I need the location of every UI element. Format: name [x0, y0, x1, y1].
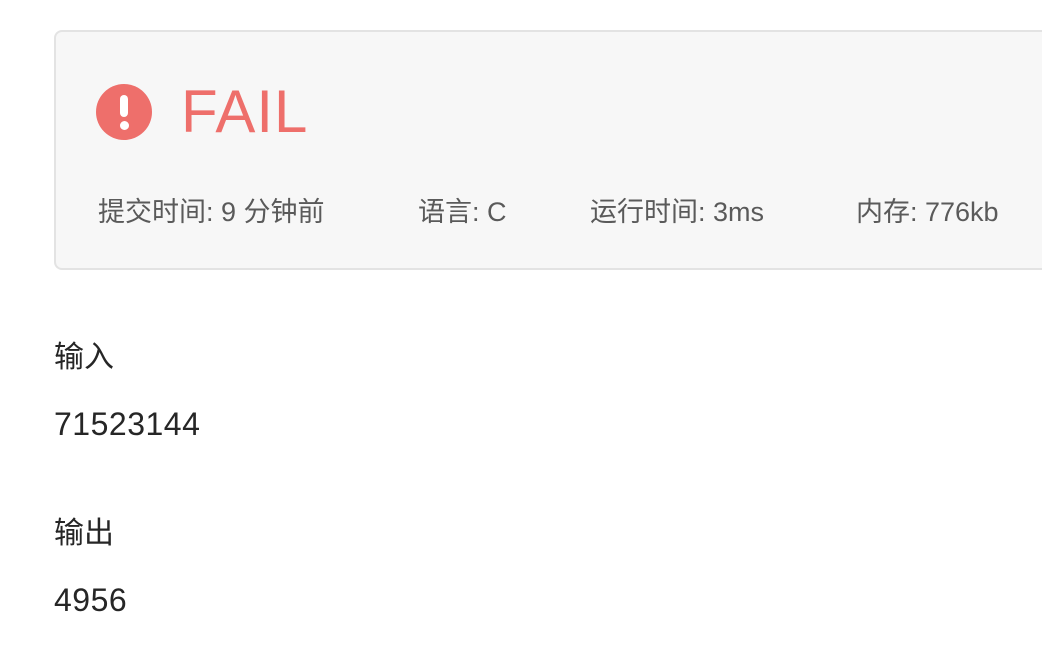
input-value: 71523144	[54, 406, 201, 442]
language: 语言: C	[418, 197, 507, 227]
status-text: FAIL	[181, 78, 309, 145]
memory: 内存: 776kb	[856, 197, 999, 227]
input-label: 输入	[54, 341, 114, 374]
run-time: 运行时间: 3ms	[590, 197, 765, 227]
result-card: FAIL 提交时间: 9 分钟前 语言: C 运行时间: 3ms 内存: 776…	[54, 30, 1042, 270]
exclamation-circle-icon	[96, 84, 152, 140]
output-label: 输出	[54, 517, 114, 550]
status-row: FAIL	[96, 80, 308, 144]
output-value: 4956	[54, 582, 128, 618]
submit-time: 提交时间: 9 分钟前	[98, 197, 325, 227]
